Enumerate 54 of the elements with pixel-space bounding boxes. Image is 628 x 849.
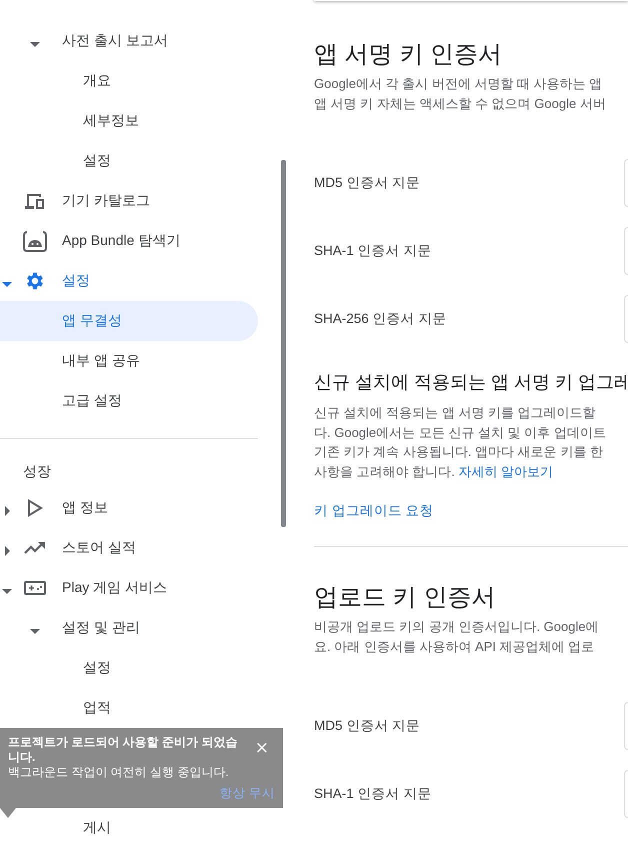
nav-item[interactable]: 기기 카탈로그 xyxy=(0,181,258,221)
value-field xyxy=(624,295,628,343)
nav-item[interactable]: 개요 xyxy=(0,61,258,101)
description-text: 기존 키가 계속 사용됩니다. 앱마다 새로운 키를 한 xyxy=(314,443,604,461)
scrollbar-thumb[interactable] xyxy=(281,160,286,527)
caret-icon[interactable] xyxy=(2,506,12,516)
nav-item[interactable]: 스토어 실적 xyxy=(0,528,258,568)
nav-item[interactable]: 설정 xyxy=(0,648,258,688)
fingerprint-label: SHA-1 인증서 지문 xyxy=(314,242,432,260)
fingerprint-label: MD5 인증서 지문 xyxy=(314,174,422,192)
fingerprint-label: MD5 인증서 지문 xyxy=(314,717,422,735)
devices-icon xyxy=(24,192,46,210)
nav-item[interactable]: 업적 xyxy=(0,688,258,728)
section-title: 신규 설치에 적용되는 앱 서명 키 업그레 xyxy=(314,371,628,394)
android-box-icon xyxy=(23,230,47,252)
description-text: 다. Google에서는 모든 신규 설치 및 이후 업데이트 xyxy=(314,424,607,442)
nav-item[interactable]: 사전 출시 보고서 xyxy=(0,21,258,61)
nav-item[interactable]: 설정 xyxy=(0,261,258,301)
section-title: 업로드 키 인증서 xyxy=(314,583,496,613)
caret-icon[interactable] xyxy=(2,546,12,556)
value-field xyxy=(624,770,628,818)
toast-message: 프로젝트가 로드되어 사용할 준비가 되었습니다. xyxy=(8,735,238,765)
description-text: Google에서 각 출시 버전에 서명할 때 사용하는 앱 xyxy=(314,75,604,93)
gamepad-icon xyxy=(24,580,46,596)
fingerprint-label: SHA-256 인증서 지문 xyxy=(314,310,448,328)
nav-item[interactable]: 내부 앱 공유 xyxy=(0,341,258,381)
value-field xyxy=(624,159,628,207)
section-title: 앱 서명 키 인증서 xyxy=(314,40,504,70)
nav-item[interactable]: 설정 및 관리 xyxy=(0,608,258,648)
nav-item[interactable]: 앱 무결성 xyxy=(0,301,258,341)
description-text: 사항을 고려해야 합니다. 자세히 알아보기 xyxy=(314,462,554,480)
learn-more-link[interactable]: 자세히 알아보기 xyxy=(458,464,554,478)
nav-item[interactable]: 고급 설정 xyxy=(0,381,258,421)
value-field xyxy=(624,227,628,275)
nav-item[interactable]: App Bundle 탐색기 xyxy=(0,221,258,261)
value-field xyxy=(624,702,628,750)
section-heading: 성장 xyxy=(23,463,51,481)
fingerprint-label: SHA-1 인증서 지문 xyxy=(314,785,432,803)
nav-item[interactable]: 설정 xyxy=(0,141,258,181)
caret-icon[interactable] xyxy=(2,586,12,596)
nav-item[interactable]: Play 게임 서비스 xyxy=(0,568,258,608)
description-text: 비공개 업로드 키의 공개 인증서입니다. Google에 xyxy=(314,618,600,636)
description-text: 신규 설치에 적용되는 앱 서명 키를 업그레이드할 xyxy=(314,404,597,422)
toast-detail: 백그라운드 작업이 여전히 실행 중입니다. xyxy=(8,765,230,780)
trending-up-icon xyxy=(24,541,46,555)
upgrade-request-link[interactable]: 키 업그레이드 요청 xyxy=(314,502,434,520)
nav-item[interactable]: 세부정보 xyxy=(0,101,258,141)
description-text: 앱 서명 키 자체는 액세스할 수 없으며 Google 서버 xyxy=(314,94,607,113)
description-text: 요. 아래 인증서를 사용하여 API 제공업체에 업로 xyxy=(314,638,596,656)
caret-icon[interactable] xyxy=(2,279,12,289)
caret-icon[interactable] xyxy=(30,626,40,636)
nav-item[interactable]: 게시 xyxy=(0,808,258,848)
nav-item[interactable]: 앱 정보 xyxy=(0,488,258,528)
caret-icon[interactable] xyxy=(30,39,40,49)
